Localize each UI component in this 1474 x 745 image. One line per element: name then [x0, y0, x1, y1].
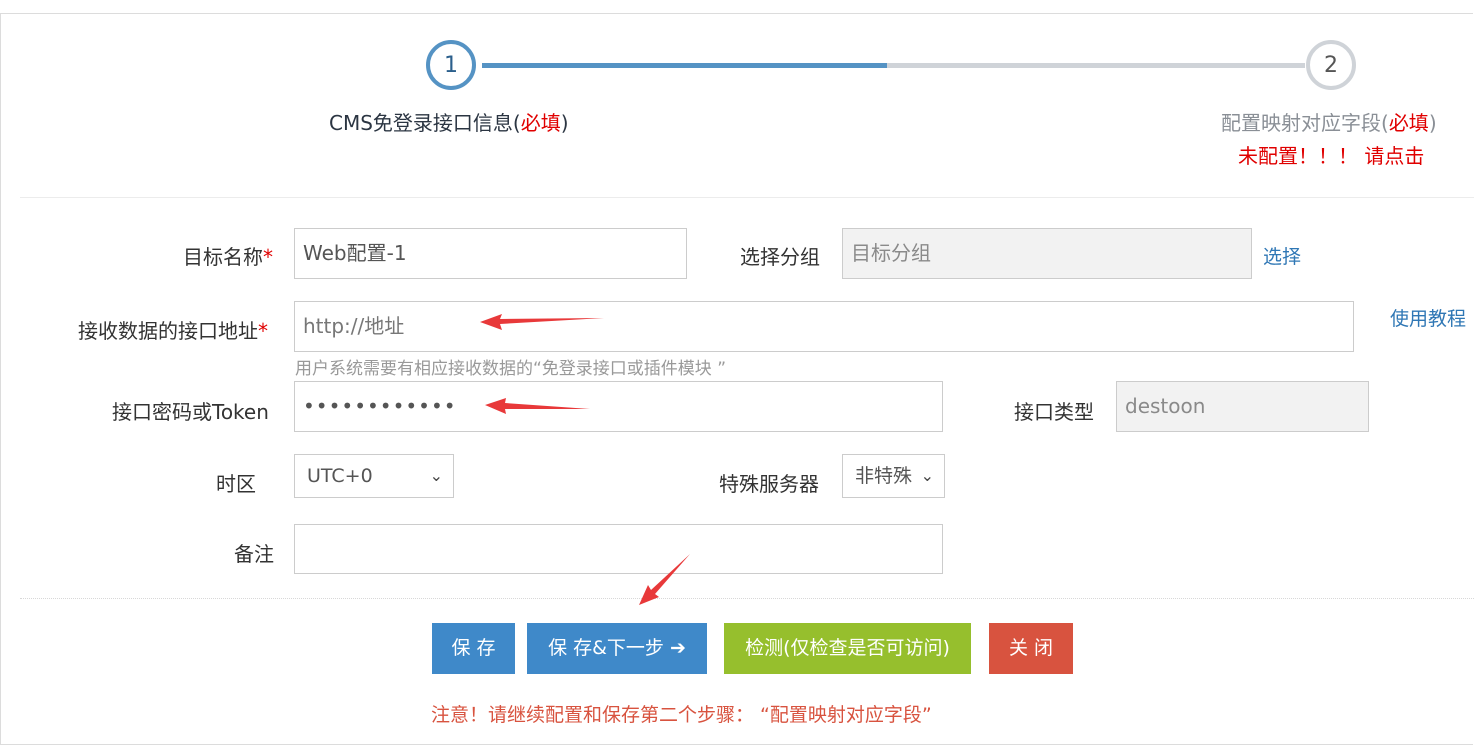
api-url-help-text: 用户系统需要有相应接收数据的“免登录接口或插件模块 ” [295, 359, 727, 379]
close-button[interactable]: 关 闭 [989, 623, 1073, 674]
api-type-label: 接口类型 [1014, 400, 1094, 424]
step-progress-pending [887, 63, 1305, 68]
group-label: 选择分组 [740, 245, 820, 269]
step-2-unconfigured-link[interactable]: 未配置！！！ 请点击 [1238, 140, 1424, 169]
chevron-down-icon: ⌄ [920, 466, 934, 485]
notice-text: 注意！请继续配置和保存第二个步骤： “配置映射对应字段” [431, 704, 932, 726]
save-next-button[interactable]: 保 存&下一步 ➔ [527, 623, 707, 674]
target-name-input[interactable]: Web配置-1 [294, 228, 687, 279]
timezone-label: 时区 [216, 472, 256, 496]
timezone-select[interactable]: UTC+0 ⌄ [294, 454, 454, 498]
remark-label: 备注 [234, 542, 274, 566]
special-server-value: 非特殊 [855, 465, 913, 487]
special-server-label: 特殊服务器 [719, 472, 819, 496]
token-input[interactable]: •••••••••••• [294, 381, 943, 432]
tutorial-link[interactable]: 使用教程 [1390, 304, 1466, 331]
step-1-circle[interactable]: 1 [426, 40, 476, 90]
timezone-value: UTC+0 [307, 465, 373, 487]
divider-dotted [20, 598, 1474, 599]
arrow-right-icon: ➔ [669, 637, 686, 659]
select-group-link[interactable]: 选择 [1263, 242, 1301, 269]
step-2-circle[interactable]: 2 [1306, 40, 1356, 90]
save-button[interactable]: 保 存 [432, 623, 515, 674]
chevron-down-icon: ⌄ [429, 466, 443, 485]
api-url-input[interactable]: http://地址 [294, 301, 1354, 352]
step-progress-done [482, 63, 887, 68]
token-label: 接口密码或Token [112, 400, 269, 424]
api-url-label: 接收数据的接口地址* [78, 319, 268, 343]
remark-input[interactable] [294, 524, 943, 574]
step-1-label: CMS免登录接口信息(必填) [329, 111, 569, 135]
step-2-label: 配置映射对应字段(必填) [1221, 111, 1437, 135]
special-server-select[interactable]: 非特殊 ⌄ [842, 454, 945, 498]
divider [20, 197, 1474, 198]
target-name-label: 目标名称* [183, 245, 273, 269]
group-input[interactable]: 目标分组 [842, 228, 1252, 279]
check-button[interactable]: 检测(仅检查是否可访问) [724, 623, 971, 674]
api-type-input[interactable]: destoon [1116, 381, 1369, 432]
